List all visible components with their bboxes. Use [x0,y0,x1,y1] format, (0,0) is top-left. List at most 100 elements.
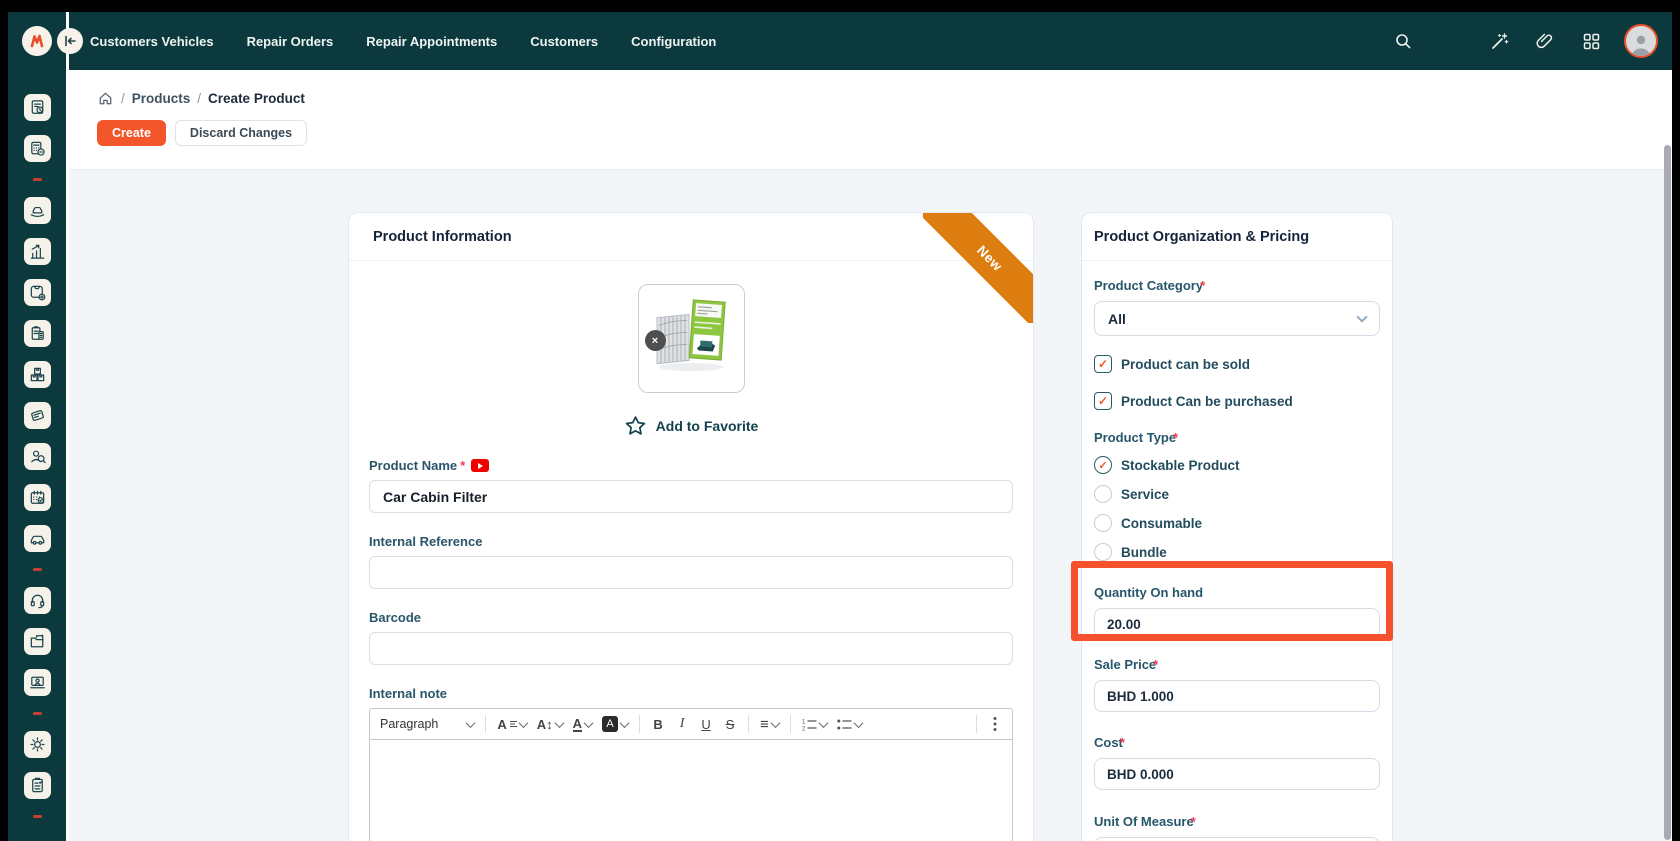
bulleted-list-dropdown[interactable] [833,712,866,736]
sale-price-input[interactable] [1094,680,1380,712]
radio-consumable[interactable]: Consumable [1094,514,1380,532]
sidebar-appointments-calendar-icon[interactable] [24,484,51,511]
sidebar-invoice-report-icon[interactable] [24,94,51,121]
radio-unselected [1094,543,1112,561]
nav-configuration[interactable]: Configuration [631,34,716,49]
font-lines-icon [510,720,517,729]
nav-customers[interactable]: Customers [530,34,598,49]
sidebar-inventory-boxes-icon[interactable] [24,361,51,388]
pricing-card: Product Organization & Pricing Product C… [1081,212,1393,841]
radio-unselected [1094,514,1112,532]
unit-of-measure-select[interactable]: Units [1094,837,1380,841]
svg-text:2: 2 [802,726,806,731]
youtube-help-icon[interactable] [471,459,489,472]
sidebar-divider [33,712,42,715]
barcode-label: Barcode [369,610,1013,625]
nav-repair-orders[interactable]: Repair Orders [247,34,334,49]
add-to-favorite[interactable]: Add to Favorite [349,415,1033,437]
strikethrough-button[interactable]: S [719,712,741,736]
sidebar-customer-portal-icon[interactable] [24,669,51,696]
radio-selected: ✓ [1094,456,1112,474]
create-button[interactable]: Create [97,120,166,146]
sidebar-divider [33,815,42,818]
alignment-dropdown[interactable]: ≡ [756,712,783,736]
product-category-label: Product Category* [1094,278,1380,293]
product-can-be-purchased-checkbox[interactable]: ✓ Product Can be purchased [1094,392,1380,410]
toolbar-more-button[interactable] [984,712,1006,736]
home-icon[interactable] [97,90,114,107]
apps-grid-icon[interactable] [1580,30,1602,52]
discard-changes-button[interactable]: Discard Changes [175,120,307,146]
attachment-icon[interactable] [1534,30,1556,52]
barcode-input[interactable] [369,632,1013,665]
internal-reference-label: Internal Reference [369,534,1013,549]
bold-button[interactable]: B [647,712,669,736]
vertical-scrollbar[interactable] [1664,145,1671,840]
sidebar-settings-gear-icon[interactable] [24,731,51,758]
sidebar-scale-add-icon[interactable] [24,279,51,306]
magic-wand-icon[interactable] [1488,30,1510,52]
breadcrumb-separator: / [121,91,125,106]
font-family-dropdown[interactable]: A [493,712,530,736]
breadcrumb-products[interactable]: Products [132,91,191,106]
italic-button[interactable]: I [671,712,693,736]
sidebar-pos-terminal-icon[interactable] [24,402,51,429]
quantity-on-hand-input[interactable] [1094,608,1380,640]
font-color-dropdown[interactable]: A [569,712,596,736]
internal-note-textarea[interactable] [370,740,1012,841]
sidebar-checklist-report-icon[interactable] [24,772,51,799]
checkbox-checked: ✓ [1094,392,1112,410]
radio-bundle[interactable]: Bundle [1094,543,1380,561]
internal-note-label: Internal note [369,686,1013,701]
bulleted-list-icon [837,718,852,731]
icon-sidebar [8,70,66,841]
paragraph-style-dropdown[interactable]: Paragraph [376,712,478,736]
underline-button[interactable]: U [695,712,717,736]
radio-stockable-product[interactable]: ✓ Stockable Product [1094,456,1380,474]
vertical-dots-icon [993,716,997,732]
cost-input[interactable] [1094,758,1380,790]
logo-mark-icon [27,31,47,51]
internal-reference-input[interactable] [369,556,1013,589]
required-asterisk: * [460,458,465,473]
product-image-box: × [638,284,745,393]
sale-price-label: Sale Price* [1094,657,1380,672]
app-logo[interactable] [22,26,52,56]
nav-repair-appointments[interactable]: Repair Appointments [366,34,497,49]
font-background-dropdown[interactable]: A [598,712,632,736]
sidebar-documents-folder-icon[interactable] [24,628,51,655]
sidebar-accounting-calculator-icon[interactable] [24,135,51,162]
numbered-list-dropdown[interactable]: 12 [798,712,831,736]
sidebar-sales-analytics-icon[interactable] [24,238,51,265]
breadcrumb-create-product: Create Product [208,91,305,106]
sidebar-car-service-icon[interactable] [24,197,51,224]
product-name-label: Product Name* [369,458,1013,473]
topbar-tools [1392,12,1658,70]
top-navbar: Customers Vehicles Repair Orders Repair … [8,12,1672,70]
nav-customers-vehicles[interactable]: Customers Vehicles [90,34,214,49]
star-icon [624,415,647,437]
search-icon[interactable] [1392,30,1414,52]
font-size-dropdown[interactable]: A↕ [533,712,567,736]
sidebar-customer-lookup-icon[interactable] [24,443,51,470]
sidebar-repair-clipboard-icon[interactable] [24,320,51,347]
radio-service[interactable]: Service [1094,485,1380,503]
unit-of-measure-label: Unit Of Measure* [1094,814,1380,829]
remove-image-button[interactable]: × [645,330,666,351]
main-nav: Customers Vehicles Repair Orders Repair … [90,12,716,70]
person-icon [1628,32,1654,56]
numbered-list-icon: 12 [802,718,817,731]
product-information-title: Product Information [349,213,1033,261]
user-avatar[interactable] [1624,24,1658,58]
sidebar-collapse-button[interactable] [57,28,83,54]
page-actions: Create Discard Changes [97,120,307,146]
product-can-be-sold-checkbox[interactable]: ✓ Product can be sold [1094,355,1380,373]
sidebar-support-headset-icon[interactable] [24,587,51,614]
sidebar-vehicles-car-icon[interactable] [24,525,51,552]
breadcrumb: / Products / Create Product [97,90,305,107]
product-name-input[interactable] [369,480,1013,513]
pricing-card-title: Product Organization & Pricing [1082,213,1392,261]
page-header-band [69,70,1672,170]
product-category-select[interactable]: All [1094,301,1380,336]
svg-text:1: 1 [802,719,806,725]
